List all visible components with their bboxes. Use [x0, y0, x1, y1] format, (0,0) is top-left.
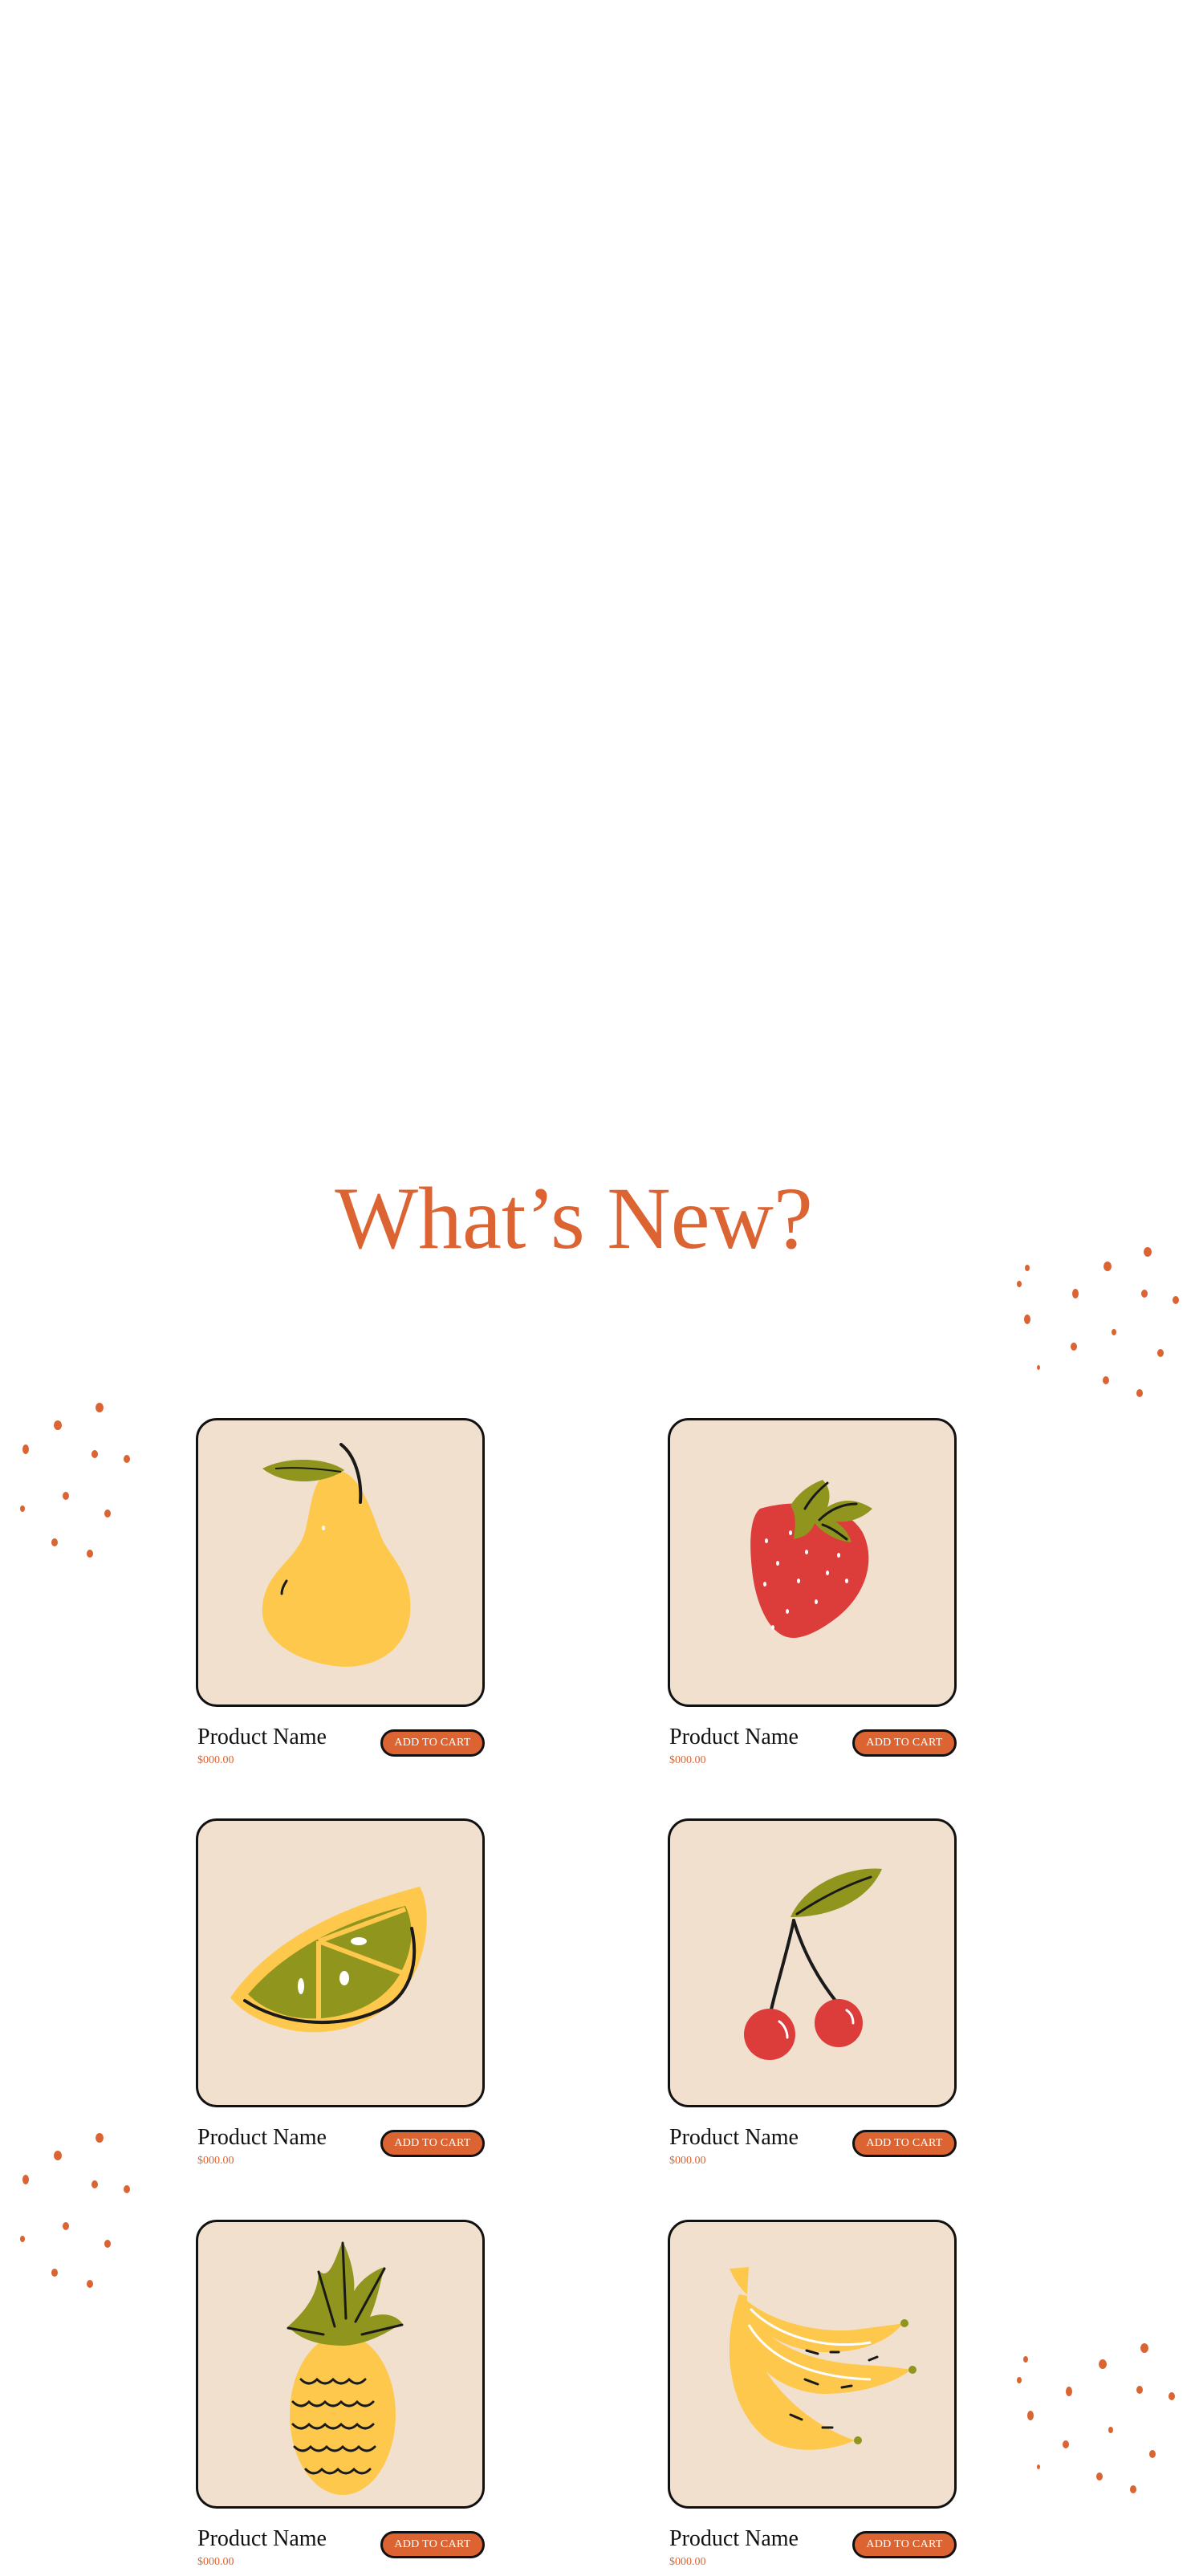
product-info: Product Name $000.00 ADD TO CART — [196, 2528, 485, 2576]
decorative-dots-left-bottom — [20, 2133, 130, 2288]
product-price: $000.00 — [669, 2556, 706, 2568]
page-title: What’s New? — [335, 1169, 813, 1267]
product-image[interactable] — [196, 1418, 485, 1707]
product-info: Product Name $000.00 ADD TO CART — [668, 2528, 957, 2576]
add-to-cart-button[interactable]: ADD TO CART — [852, 2130, 957, 2157]
product-image[interactable] — [668, 2220, 957, 2509]
product-price: $000.00 — [197, 2155, 234, 2167]
orange-slice-icon — [230, 1887, 427, 2033]
add-to-cart-button[interactable]: ADD TO CART — [852, 2531, 957, 2558]
product-card: Product Name $000.00 ADD TO CART — [196, 2220, 485, 2576]
strawberry-icon — [750, 1480, 872, 1638]
add-to-cart-button[interactable]: ADD TO CART — [380, 2130, 485, 2157]
product-info: Product Name $000.00 ADD TO CART — [668, 2127, 957, 2175]
product-card: Product Name $000.00 ADD TO CART — [668, 1418, 957, 1774]
add-to-cart-button[interactable]: ADD TO CART — [852, 1729, 957, 1757]
decorative-dots-bottom-right — [1017, 2343, 1175, 2493]
product-price: $000.00 — [669, 1754, 706, 1766]
add-to-cart-button[interactable]: ADD TO CART — [380, 2531, 485, 2558]
product-card: Product Name $000.00 ADD TO CART — [668, 1818, 957, 2175]
product-image[interactable] — [668, 1418, 957, 1707]
product-name[interactable]: Product Name — [197, 2528, 327, 2550]
product-info: Product Name $000.00 ADD TO CART — [196, 2127, 485, 2175]
product-price: $000.00 — [669, 2155, 706, 2167]
product-price: $000.00 — [197, 2556, 234, 2568]
product-info: Product Name $000.00 ADD TO CART — [668, 1726, 957, 1774]
product-name[interactable]: Product Name — [669, 1726, 799, 1749]
product-card: Product Name $000.00 ADD TO CART — [196, 1818, 485, 2175]
decorative-dots-left-top — [20, 1403, 130, 1558]
product-name[interactable]: Product Name — [669, 2127, 799, 2149]
pear-icon — [262, 1443, 411, 1667]
product-name[interactable]: Product Name — [197, 2127, 327, 2149]
pineapple-icon — [287, 2241, 404, 2495]
bananas-icon — [729, 2267, 917, 2450]
product-info: Product Name $000.00 ADD TO CART — [196, 1726, 485, 1774]
decorative-dots-top-right — [1017, 1247, 1179, 1397]
add-to-cart-button[interactable]: ADD TO CART — [380, 1729, 485, 1757]
product-image[interactable] — [668, 1818, 957, 2107]
product-price: $000.00 — [197, 1754, 234, 1766]
product-name[interactable]: Product Name — [669, 2528, 799, 2550]
product-image[interactable] — [196, 2220, 485, 2509]
product-card: Product Name $000.00 ADD TO CART — [668, 2220, 957, 2576]
cherries-icon — [744, 1868, 882, 2060]
product-name[interactable]: Product Name — [197, 1726, 327, 1749]
product-card: Product Name $000.00 ADD TO CART — [196, 1418, 485, 1774]
product-image[interactable] — [196, 1818, 485, 2107]
